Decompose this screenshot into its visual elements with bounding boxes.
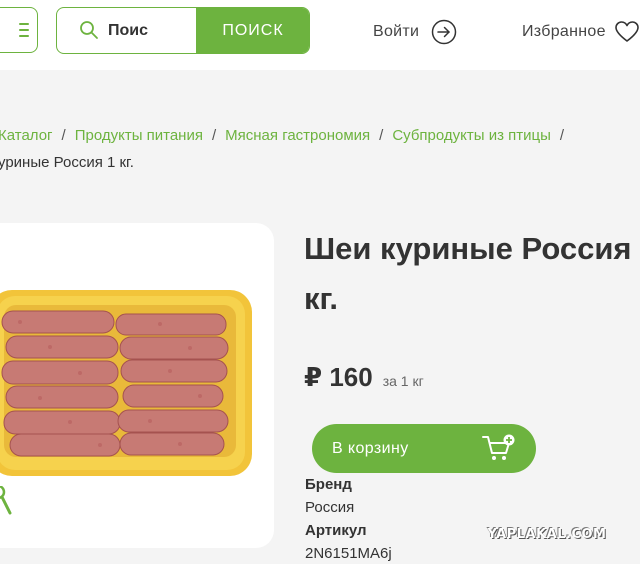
breadcrumb-item-poultry-offal[interactable]: Субпродукты из птицы [392, 127, 551, 144]
watermark: YAPLAKAL.COM [487, 526, 607, 542]
heart-icon [614, 21, 639, 42]
breadcrumb-separator: / [559, 127, 565, 144]
favorites-label: Избранное [522, 23, 606, 40]
search-box: ПОИСК [56, 7, 310, 54]
breadcrumb: Каталог / Продукты питания / Мясная гастроно… [0, 122, 638, 176]
login-link[interactable]: Войти [373, 18, 457, 46]
search-button[interactable]: ПОИСК [196, 8, 309, 53]
article-label: Артикул [305, 522, 367, 539]
breadcrumb-item-catalog[interactable]: Каталог [0, 127, 53, 144]
add-to-cart-button[interactable]: В корзину [312, 424, 536, 473]
product-image [0, 290, 252, 476]
product-title: Шеи куриные Россия 1 кг. [304, 231, 640, 316]
cart-add-icon [482, 434, 515, 460]
breadcrumb-current: уриные Россия 1 кг. [0, 154, 134, 171]
zoom-icon[interactable] [0, 486, 16, 516]
product-image-card[interactable] [0, 223, 274, 548]
header-bar: ПОИСК Войти Избранное [0, 0, 640, 70]
breadcrumb-separator: / [211, 127, 217, 144]
login-label: Войти [373, 23, 420, 40]
catalog-menu-button[interactable] [0, 7, 38, 53]
brand-value: Россия [305, 499, 355, 516]
price-unit: за 1 кг [382, 373, 424, 389]
add-to-cart-label: В корзину [332, 439, 409, 457]
breadcrumb-separator: / [379, 127, 384, 144]
breadcrumb-item-meat-gastronomy[interactable]: Мясная гастрономия [225, 127, 370, 144]
article-value: 2N6151MA6j [305, 545, 392, 562]
login-arrow-icon [432, 19, 457, 45]
search-icon [80, 21, 98, 39]
hamburger-icon [19, 23, 29, 37]
breadcrumb-separator: / [61, 127, 66, 144]
product-price: ₽ 160 [304, 362, 373, 392]
price-row: ₽ 160 за 1 кг [304, 362, 424, 393]
breadcrumb-item-food-products[interactable]: Продукты питания [75, 127, 203, 144]
favorites-link[interactable]: Избранное [522, 18, 639, 46]
brand-label: Бренд [305, 476, 352, 493]
